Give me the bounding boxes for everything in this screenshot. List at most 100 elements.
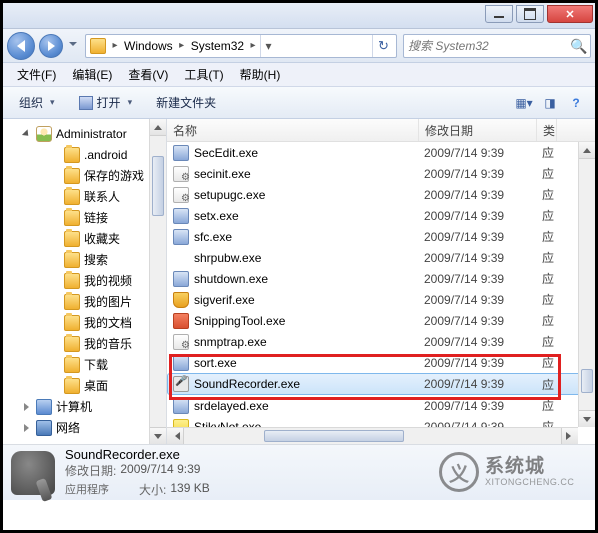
tree-item[interactable]: 网络 [3,417,166,438]
file-row[interactable]: sigverif.exe2009/7/14 9:39应 [167,289,595,310]
file-row[interactable]: srdelayed.exe2009/7/14 9:39应 [167,395,595,416]
tree-item[interactable]: 收藏夹 [3,228,166,249]
file-name: sort.exe [194,356,424,370]
tree-item[interactable]: 搜索 [3,249,166,270]
scroll-down-arrow-icon[interactable] [150,427,166,444]
tree-item[interactable]: 链接 [3,207,166,228]
new-folder-button[interactable]: 新建文件夹 [148,91,224,114]
minimize-button[interactable] [485,5,513,23]
search-icon[interactable]: 🔍 [570,38,586,54]
file-type: 应 [542,249,558,266]
tree-item[interactable]: Administrator [3,123,166,144]
file-type: 应 [542,186,558,203]
file-name: shutdown.exe [194,272,424,286]
scroll-right-arrow-icon[interactable] [561,428,578,444]
tree-item[interactable]: 我的图片 [3,291,166,312]
file-type: 应 [542,312,558,329]
column-date[interactable]: 修改日期 [419,119,537,141]
menu-tools[interactable]: 工具(T) [176,63,231,86]
file-row[interactable]: sort.exe2009/7/14 9:39应 [167,352,595,373]
open-button[interactable]: 打开 [71,91,141,114]
file-row[interactable]: sfc.exe2009/7/14 9:39应 [167,226,595,247]
file-row[interactable]: snmptrap.exe2009/7/14 9:39应 [167,331,595,352]
scroll-down-arrow-icon[interactable] [579,410,595,427]
tree-item[interactable]: 联系人 [3,186,166,207]
menu-file[interactable]: 文件(F) [9,63,64,86]
menu-help[interactable]: 帮助(H) [232,63,289,86]
expander-icon[interactable] [21,128,32,139]
expander-icon[interactable] [21,401,32,412]
file-row[interactable]: setx.exe2009/7/14 9:39应 [167,205,595,226]
microphone-icon [11,451,55,495]
computer-icon [36,399,52,415]
back-button[interactable] [7,32,35,60]
chevron-right-icon[interactable]: ▸ [175,40,189,51]
tree-item-label: .android [84,148,127,162]
file-type-icon [173,208,189,224]
file-row[interactable]: SecEdit.exe2009/7/14 9:39应 [167,142,595,163]
preview-pane-button[interactable]: ◨ [539,92,561,114]
nav-history-dropdown[interactable] [67,37,79,55]
title-bar [3,3,595,29]
scroll-left-arrow-icon[interactable] [167,428,184,444]
scrollbar-horizontal[interactable] [167,427,578,444]
chevron-right-icon[interactable]: ▸ [246,40,260,51]
file-date: 2009/7/14 9:39 [424,188,542,202]
file-name: shrpubw.exe [194,251,424,265]
file-date: 2009/7/14 9:39 [424,399,542,413]
close-button[interactable] [547,5,593,23]
breadcrumb-segment[interactable]: Windows [122,39,175,53]
scroll-up-arrow-icon[interactable] [150,119,166,136]
menu-edit[interactable]: 编辑(E) [64,63,120,86]
details-file-type: 应用程序 [65,481,109,498]
details-date-label: 修改日期: [65,462,116,479]
file-list: 名称 修改日期 类 SecEdit.exe2009/7/14 9:39应seci… [167,119,595,444]
scroll-up-arrow-icon[interactable] [579,142,595,159]
tree-item[interactable]: 计算机 [3,396,166,417]
file-type-icon [173,271,189,287]
file-date: 2009/7/14 9:39 [424,335,542,349]
file-type-icon [173,187,189,203]
scroll-thumb[interactable] [152,156,164,216]
scrollbar-vertical[interactable] [149,119,166,444]
tree-item[interactable]: 桌面 [3,375,166,396]
view-mode-button[interactable]: ▦▾ [513,92,535,114]
column-type[interactable]: 类 [537,119,557,141]
tree-item[interactable]: 保存的游戏 [3,165,166,186]
file-row[interactable]: secinit.exe2009/7/14 9:39应 [167,163,595,184]
expander-icon[interactable] [21,422,32,433]
tree-item[interactable]: 我的音乐 [3,333,166,354]
refresh-button[interactable] [372,35,394,57]
organize-button[interactable]: 组织 [11,91,63,114]
breadcrumb-segment[interactable]: System32 [189,39,246,53]
column-headers: 名称 修改日期 类 [167,119,595,142]
file-row[interactable]: SnippingTool.exe2009/7/14 9:39应 [167,310,595,331]
tree-item[interactable]: 下载 [3,354,166,375]
help-icon[interactable]: ? [565,92,587,114]
search-box[interactable]: 🔍 [403,34,591,58]
search-input[interactable] [408,39,570,53]
chevron-right-icon[interactable]: ▸ [108,40,122,51]
file-row[interactable]: shrpubw.exe2009/7/14 9:39应 [167,247,595,268]
scroll-thumb[interactable] [264,430,404,442]
file-type-icon [173,145,189,161]
breadcrumb-bar[interactable]: ▸ Windows ▸ System32 ▸ ▾ [85,34,397,58]
column-name[interactable]: 名称 [167,119,419,141]
forward-button[interactable] [39,34,63,58]
explorer-window: ▸ Windows ▸ System32 ▸ ▾ 🔍 文件(F) 编辑(E) 查… [0,0,598,533]
folder-icon [64,210,80,226]
breadcrumb-dropdown[interactable]: ▾ [260,35,276,57]
tree-item-label: 我的文档 [84,314,132,331]
file-row[interactable]: setupugc.exe2009/7/14 9:39应 [167,184,595,205]
tree-item[interactable]: 我的文档 [3,312,166,333]
file-row[interactable]: SoundRecorder.exe2009/7/14 9:39应 [167,373,595,395]
tree-item[interactable]: .android [3,144,166,165]
tree-item[interactable]: 我的视频 [3,270,166,291]
maximize-button[interactable] [516,5,544,23]
file-row[interactable]: shutdown.exe2009/7/14 9:39应 [167,268,595,289]
file-type-icon [173,292,189,308]
scroll-thumb[interactable] [581,369,593,393]
menu-view[interactable]: 查看(V) [120,63,176,86]
file-type-icon [173,334,189,350]
scrollbar-vertical[interactable] [578,142,595,427]
